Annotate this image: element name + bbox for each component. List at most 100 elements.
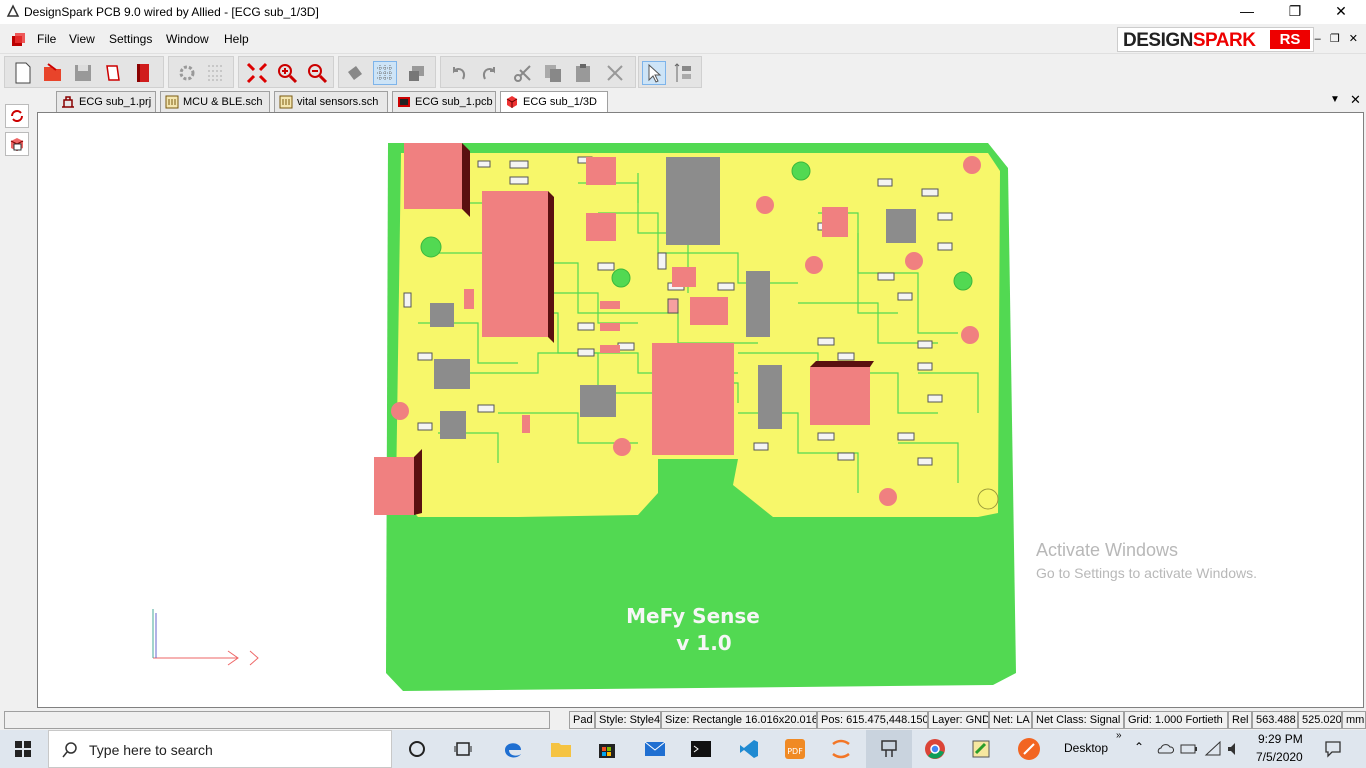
select-tool-button[interactable]	[642, 61, 666, 85]
select-mode-button[interactable]	[671, 61, 695, 85]
status-progress	[4, 711, 550, 729]
delete-button[interactable]	[603, 61, 627, 85]
clock-time[interactable]: 9:29 PM	[1258, 732, 1303, 746]
pdf-icon: PDF	[785, 739, 805, 759]
print-button[interactable]	[101, 61, 125, 85]
windows-taskbar: Type here to search PDF Desktop » ⌃ 9:29…	[0, 730, 1366, 768]
new-file-button[interactable]	[11, 61, 35, 85]
fill-button[interactable]	[343, 61, 367, 85]
start-button[interactable]	[0, 730, 46, 768]
brush-icon	[1018, 738, 1040, 760]
3d-view-button[interactable]	[5, 132, 29, 156]
new-file-icon	[15, 62, 31, 84]
edge-button[interactable]	[490, 730, 536, 768]
status-style: Style: Style4	[595, 711, 661, 729]
store-button[interactable]	[584, 730, 630, 768]
onedrive-cloud-icon[interactable]	[1156, 742, 1174, 754]
taskbar-search[interactable]: Type here to search	[48, 730, 392, 768]
menu-help[interactable]: Help	[224, 32, 249, 46]
document-tabs: ECG sub_1.prj MCU & BLE.sch vital sensor…	[36, 90, 1366, 112]
pcb-3d-render[interactable]: MeFy Sense v 1.0	[38, 113, 1364, 708]
tab-label: MCU & BLE.sch	[183, 96, 263, 108]
task-view-button[interactable]	[440, 730, 486, 768]
close-window-button[interactable]: ✕	[1318, 0, 1364, 24]
menu-file[interactable]: File	[37, 32, 56, 46]
save-button[interactable]	[71, 61, 95, 85]
mdi-close-button[interactable]: ✕	[1349, 33, 1358, 45]
3d-icon	[506, 96, 518, 108]
menu-settings[interactable]: Settings	[109, 32, 152, 46]
tab-label: ECG sub_1/3D	[523, 96, 597, 108]
tab-list-dropdown[interactable]: ▼	[1330, 94, 1340, 105]
clock-date[interactable]: 7/5/2020	[1256, 750, 1303, 764]
paint-button[interactable]	[958, 730, 1004, 768]
close-tab-button[interactable]: ✕	[1350, 92, 1361, 108]
volume-icon[interactable]	[1226, 741, 1242, 757]
tab-ecg-prj[interactable]: ECG sub_1.prj	[56, 91, 156, 112]
library-button[interactable]	[131, 61, 155, 85]
app-icon	[6, 4, 20, 17]
zoom-out-button[interactable]	[305, 61, 329, 85]
paste-button[interactable]	[571, 61, 595, 85]
pdf-app-button[interactable]: PDF	[772, 730, 818, 768]
zoom-out-icon	[308, 64, 328, 84]
grid-toggle-button[interactable]	[373, 61, 397, 85]
wifi-icon[interactable]	[1204, 741, 1222, 757]
file-explorer-button[interactable]	[538, 730, 584, 768]
mdi-restore-button[interactable]: ❐	[1330, 33, 1340, 45]
battery-icon[interactable]	[1180, 742, 1198, 756]
menu-view[interactable]: View	[69, 32, 95, 46]
layers-icon	[409, 66, 424, 81]
delete-x-icon	[607, 65, 623, 81]
copy-button[interactable]	[541, 61, 565, 85]
notifications-icon[interactable]	[1324, 740, 1342, 758]
status-grid: Grid: 1.000 Fortieth	[1124, 711, 1228, 729]
vscode-button[interactable]	[726, 730, 772, 768]
terminal-button[interactable]	[678, 730, 724, 768]
grid-dots-icon	[208, 65, 222, 81]
design-toolbar-group	[168, 56, 234, 88]
mail-button[interactable]	[632, 730, 678, 768]
open-file-button[interactable]	[41, 61, 65, 85]
3d-viewport[interactable]: MeFy Sense v 1.0	[37, 112, 1364, 708]
paint-bucket-icon	[348, 66, 362, 80]
chrome-button[interactable]	[912, 730, 958, 768]
status-rel: Rel	[1228, 711, 1252, 729]
layers-button[interactable]	[405, 61, 429, 85]
designspark-taskbar-button[interactable]	[866, 730, 912, 768]
toolbar-expand-chevron-icon[interactable]: »	[1116, 730, 1122, 741]
menu-window[interactable]: Window	[166, 32, 209, 46]
undo-button[interactable]	[447, 61, 471, 85]
tab-label: vital sensors.sch	[297, 96, 379, 108]
cut-button[interactable]	[511, 61, 535, 85]
project-icon	[62, 96, 74, 108]
desktop-toolbar-label[interactable]: Desktop	[1064, 741, 1108, 755]
rules-button[interactable]	[203, 61, 227, 85]
refresh-3d-button[interactable]	[5, 104, 29, 128]
tab-ecg-pcb[interactable]: ECG sub_1.pcb	[392, 91, 496, 112]
task-view-icon	[454, 742, 472, 756]
zoom-fit-icon	[246, 62, 268, 84]
gear-icon	[179, 65, 195, 81]
view-toolbar-group	[338, 56, 436, 88]
zoom-toolbar-group	[238, 56, 334, 88]
status-position: Pos: 615.475,448.150	[817, 711, 928, 729]
tab-label: ECG sub_1.pcb	[415, 96, 493, 108]
tab-ecg-3d[interactable]: ECG sub_1/3D	[500, 91, 608, 112]
zoom-fit-button[interactable]	[245, 61, 269, 85]
mdi-minimize-button[interactable]: –	[1315, 33, 1321, 45]
tray-overflow-icon[interactable]: ⌃	[1134, 740, 1144, 754]
cortana-button[interactable]	[394, 730, 440, 768]
brush-app-button[interactable]	[1006, 730, 1052, 768]
maximize-button[interactable]: ❐	[1272, 0, 1318, 24]
minimize-button[interactable]: —	[1224, 0, 1270, 24]
window-title: DesignSpark PCB 9.0 wired by Allied - [E…	[24, 5, 319, 19]
redo-button[interactable]	[477, 61, 501, 85]
tab-vital-sensors-sch[interactable]: vital sensors.sch	[274, 91, 388, 112]
design-tech-button[interactable]	[175, 61, 199, 85]
jupyter-button[interactable]	[818, 730, 864, 768]
copy-icon	[545, 65, 561, 82]
status-size: Size: Rectangle 16.016x20.016	[661, 711, 817, 729]
zoom-in-button[interactable]	[275, 61, 299, 85]
tab-mcu-ble-sch[interactable]: MCU & BLE.sch	[160, 91, 270, 112]
